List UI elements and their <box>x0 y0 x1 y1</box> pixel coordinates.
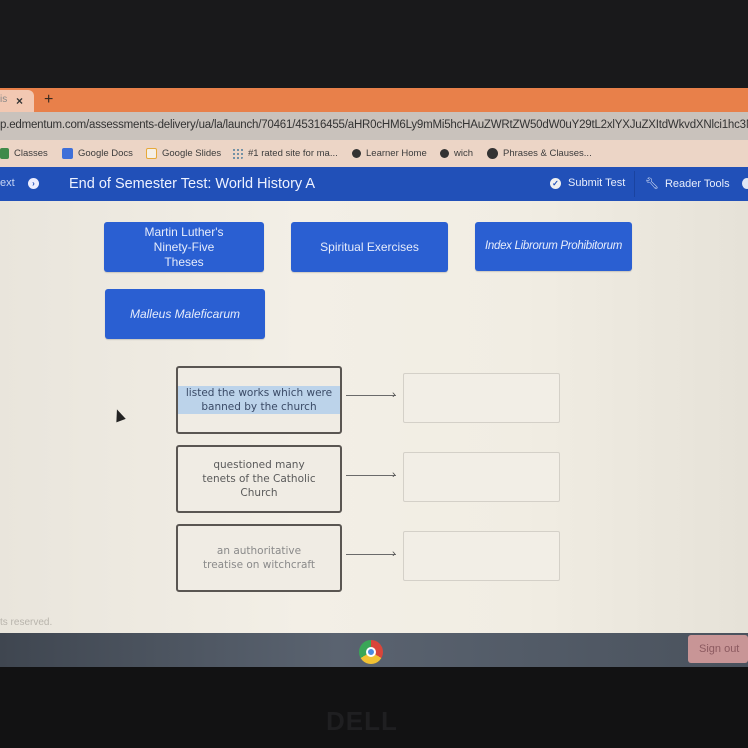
term-text: questioned many tenets of the Catholic C… <box>202 459 316 499</box>
address-bar[interactable]: p.edmentum.com/assessments-delivery/ua/l… <box>0 112 748 140</box>
browser-tab-bar: is × + <box>0 88 748 112</box>
drop-target-3[interactable] <box>403 531 560 581</box>
google-docs-icon <box>62 148 73 159</box>
match-term-2: questioned many tenets of the Catholic C… <box>176 445 342 513</box>
google-slides-icon <box>146 148 157 159</box>
reader-tools-label: Reader Tools <box>664 177 730 190</box>
page-title: End of Semester Test: World History A <box>69 176 316 192</box>
bookmark-classes[interactable]: Classes <box>0 148 48 159</box>
classroom-icon <box>0 148 9 159</box>
bookmark-label: Classes <box>14 148 48 159</box>
close-tab-icon[interactable]: × <box>16 94 23 108</box>
check-circle-icon: ✓ <box>550 177 561 189</box>
bookmark-phrases-clauses[interactable]: Phrases & Clauses... <box>487 148 592 159</box>
header-divider <box>634 171 635 197</box>
tab-title: is <box>0 94 8 105</box>
right-arrow-icon: › <box>346 469 400 481</box>
reader-tools-button[interactable]: 🔧︎ Reader Tools <box>645 177 730 191</box>
submit-test-button[interactable]: ✓ Submit Test <box>550 177 625 189</box>
answer-chip-spiritual-exercises[interactable]: Spiritual Exercises <box>291 222 448 272</box>
site-icon <box>232 148 243 159</box>
answer-chip-ninety-five-theses[interactable]: Martin Luther's Ninety-Five Theses <box>104 222 264 272</box>
bookmark-rated-site[interactable]: #1 rated site for ma... <box>232 148 338 159</box>
next-button[interactable]: ext <box>0 177 15 189</box>
copyright-text: ts reserved. <box>0 617 53 628</box>
answer-chip-malleus-maleficarum[interactable]: Malleus Maleficarum <box>105 289 265 339</box>
drop-target-2[interactable] <box>403 452 560 502</box>
bookmarks-bar: Classes Google Docs Google Slides #1 rat… <box>0 140 748 167</box>
arrow-right-circle-icon[interactable]: › <box>28 178 39 189</box>
more-options-icon[interactable] <box>742 178 748 189</box>
monitor-bezel-top <box>0 0 748 88</box>
bookmark-label: wich <box>454 148 474 159</box>
bookmark-label: #1 rated site for ma... <box>248 148 338 159</box>
drop-target-1[interactable] <box>403 373 560 423</box>
screen: is × + p.edmentum.com/assessments-delive… <box>0 0 748 748</box>
bookmark-learner-home[interactable]: Learner Home <box>352 148 427 159</box>
bookmark-google-docs[interactable]: Google Docs <box>62 148 133 159</box>
right-arrow-icon: › <box>346 389 400 401</box>
edmentum-icon <box>440 149 449 158</box>
term-text: an authoritative treatise on witchcraft <box>202 545 316 571</box>
term-text-highlighted: listed the works which were banned by th… <box>178 386 340 414</box>
bookmark-label: Phrases & Clauses... <box>503 148 592 159</box>
bookmark-google-slides[interactable]: Google Slides <box>146 148 221 159</box>
new-tab-icon[interactable]: + <box>44 91 53 109</box>
browser-tab[interactable]: is × <box>0 90 34 112</box>
right-arrow-icon: › <box>346 548 400 560</box>
bookmark-label: Google Slides <box>162 148 222 159</box>
test-header-bar: ext › End of Semester Test: World Histor… <box>0 167 748 201</box>
globe-icon <box>487 148 498 159</box>
submit-test-label: Submit Test <box>568 177 626 189</box>
match-term-1: listed the works which were banned by th… <box>176 366 342 434</box>
url-text[interactable]: p.edmentum.com/assessments-delivery/ua/l… <box>0 119 748 131</box>
answer-chip-index-librorum-prohibitorum[interactable]: Index Librorum Prohibitorum <box>475 222 632 271</box>
match-term-3: an authoritative treatise on witchcraft <box>176 524 342 592</box>
bookmark-label: Google Docs <box>78 148 133 159</box>
bookmark-wich[interactable]: wich <box>440 148 473 159</box>
dell-logo: DELL <box>326 706 398 736</box>
chrome-icon[interactable] <box>359 640 383 664</box>
wrench-icon: 🔧︎ <box>645 178 659 190</box>
bookmark-label: Learner Home <box>366 148 427 159</box>
edmentum-icon <box>352 149 361 158</box>
sign-out-button[interactable]: Sign out <box>688 635 748 663</box>
